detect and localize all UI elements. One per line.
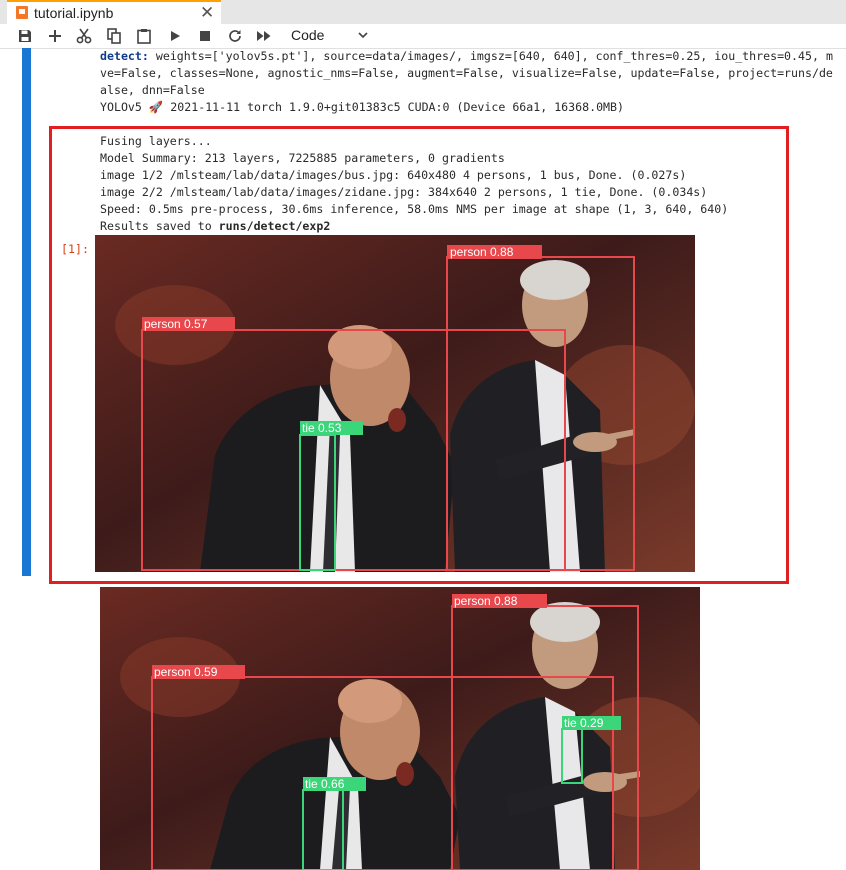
- output-log: Fusing layers... Model Summary: 213 laye…: [100, 133, 728, 235]
- log-line: image 1/2 /mlsteam/lab/data/images/bus.j…: [100, 168, 687, 182]
- log-line: weights=['yolov5s.pt'], source=data/imag…: [148, 49, 833, 63]
- box-label: person 0.88: [450, 245, 514, 259]
- log-line: Results saved to: [100, 219, 219, 233]
- log-line: alse, dnn=False: [100, 83, 205, 97]
- log-line: ve=False, classes=None, agnostic_nms=Fal…: [100, 66, 833, 80]
- paste-icon[interactable]: [134, 27, 154, 45]
- log-keyword: detect:: [100, 49, 149, 63]
- fast-forward-icon[interactable]: [254, 27, 274, 45]
- execution-count: [1]:: [61, 242, 89, 256]
- detection-image-2: person 0.88 person 0.59 tie 0.29 tie 0.6…: [100, 587, 700, 870]
- log-line: 2021-11-11 torch 1.9.0+git01383c5 CUDA:0…: [170, 100, 624, 114]
- tab-title: tutorial.ipynb: [34, 5, 114, 21]
- tab-bar: tutorial.ipynb ✕: [0, 0, 846, 24]
- stop-icon[interactable]: [195, 27, 215, 45]
- box-label: person 0.59: [154, 665, 218, 679]
- box-label: person 0.88: [454, 594, 518, 608]
- log-line: image 2/2 /mlsteam/lab/data/images/zidan…: [100, 185, 708, 199]
- log-line: Model Summary: 213 layers, 7225885 param…: [100, 151, 505, 165]
- log-line: Fusing layers...: [100, 134, 212, 148]
- close-icon[interactable]: ✕: [200, 3, 214, 23]
- notebook-toolbar: Code: [0, 24, 846, 49]
- notebook-icon: [16, 6, 28, 19]
- active-cell-indicator[interactable]: [22, 48, 31, 576]
- add-cell-icon[interactable]: [45, 27, 65, 45]
- results-path: runs/detect/exp2: [218, 219, 331, 233]
- cut-icon[interactable]: [74, 27, 94, 45]
- restart-icon[interactable]: [225, 27, 245, 45]
- box-label: person 0.57: [144, 317, 208, 331]
- box-label: tie 0.53: [302, 421, 342, 435]
- output-log-top: detect: weights=['yolov5s.pt'], source=d…: [100, 48, 833, 116]
- box-label: tie 0.66: [305, 777, 345, 791]
- chevron-down-icon[interactable]: [357, 28, 369, 46]
- detection-image-1: person 0.88 person 0.57 tie 0.53: [95, 235, 695, 572]
- run-icon[interactable]: [165, 27, 185, 45]
- rocket-icon: 🚀: [148, 100, 164, 114]
- save-icon[interactable]: [15, 27, 35, 45]
- log-line: YOLOv5: [100, 100, 142, 114]
- log-line: Speed: 0.5ms pre-process, 30.6ms inferen…: [100, 202, 729, 216]
- copy-icon[interactable]: [104, 27, 124, 45]
- cell-type-select[interactable]: Code: [291, 27, 324, 43]
- notebook-tab[interactable]: tutorial.ipynb ✕: [7, 0, 221, 24]
- box-label: tie 0.29: [564, 716, 604, 730]
